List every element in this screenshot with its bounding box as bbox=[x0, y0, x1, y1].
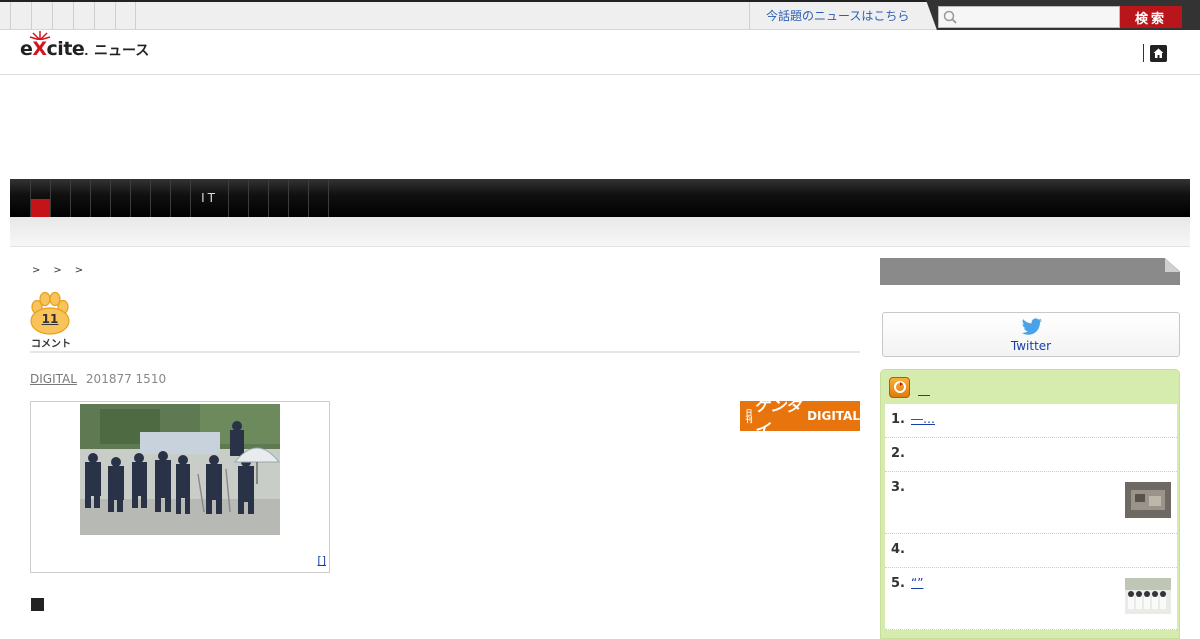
ranking-article-link[interactable]: “” bbox=[911, 576, 967, 591]
ranking-icon bbox=[889, 376, 910, 398]
publisher-logo-small: 日刊 bbox=[745, 409, 753, 423]
search-button[interactable]: 検索 bbox=[1120, 6, 1182, 28]
trending-news-link[interactable]: 今話題のニュースはこちら bbox=[749, 2, 924, 29]
ranking-article-link[interactable] bbox=[911, 446, 941, 461]
publisher-logo-digital: DIGITAL bbox=[807, 409, 860, 423]
category-nav: IT bbox=[10, 179, 1190, 217]
ranking-article-link[interactable] bbox=[911, 480, 941, 495]
utility-link[interactable] bbox=[73, 2, 94, 29]
article-photo-box: [] bbox=[30, 401, 330, 573]
publisher-logo-main: ゲンダイ bbox=[754, 396, 803, 439]
utility-link[interactable] bbox=[10, 2, 31, 29]
home-icon[interactable] bbox=[1150, 45, 1167, 62]
twitter-share-button[interactable]: Twitter bbox=[882, 312, 1180, 357]
section-bullet bbox=[31, 598, 44, 611]
utility-link[interactable] bbox=[31, 2, 52, 29]
ranking-number: 4. bbox=[891, 542, 905, 557]
category-nav-item[interactable] bbox=[130, 179, 150, 217]
ranking-header bbox=[881, 370, 1179, 404]
utility-link[interactable] bbox=[115, 2, 136, 29]
search-icon bbox=[943, 10, 957, 24]
category-nav-item[interactable] bbox=[228, 179, 248, 217]
category-nav-item[interactable] bbox=[70, 179, 90, 217]
breadcrumb: > > > bbox=[32, 265, 83, 276]
article-divider bbox=[30, 351, 860, 353]
category-nav-item[interactable]: IT bbox=[190, 179, 228, 217]
logo-prefix: e bbox=[20, 38, 33, 60]
ranking-swirl-icon bbox=[893, 381, 906, 393]
category-nav-item[interactable] bbox=[30, 179, 50, 217]
twitter-icon bbox=[1021, 318, 1042, 335]
ad-banner-area bbox=[10, 75, 1190, 179]
article-source-link[interactable]: DIGITAL bbox=[30, 372, 77, 386]
logo-product-name: ニュース bbox=[93, 43, 150, 59]
twitter-label: Twitter bbox=[1010, 339, 1052, 353]
ranking-number: 1. bbox=[891, 412, 905, 427]
breadcrumb-separator: > bbox=[32, 265, 41, 276]
ranking-thumbnail[interactable] bbox=[1125, 578, 1171, 614]
sub-nav bbox=[10, 217, 1190, 247]
breadcrumb-separator: > bbox=[53, 265, 62, 276]
breadcrumb-separator: > bbox=[74, 265, 84, 276]
comment-label[interactable]: コメント bbox=[30, 335, 72, 350]
category-nav-item[interactable] bbox=[268, 179, 288, 217]
ranking-item[interactable]: 3. bbox=[885, 472, 1177, 534]
category-nav-item[interactable] bbox=[50, 179, 70, 217]
logo-dot: . bbox=[84, 45, 88, 58]
article-photo[interactable] bbox=[80, 404, 280, 535]
ranking-item[interactable]: 2. bbox=[885, 438, 1177, 472]
ranking-item[interactable]: 5. “” bbox=[885, 568, 1177, 630]
comment-count[interactable]: 11 bbox=[30, 312, 70, 326]
category-nav-item[interactable] bbox=[308, 179, 328, 217]
ranking-item[interactable]: 4. bbox=[885, 534, 1177, 568]
utility-links bbox=[10, 2, 136, 29]
ranking-number: 5. bbox=[891, 576, 905, 591]
utility-link[interactable] bbox=[52, 2, 73, 29]
photo-caption-link[interactable]: [] bbox=[317, 554, 326, 567]
logo-suffix: cite bbox=[46, 38, 85, 60]
category-nav-item[interactable] bbox=[248, 179, 268, 217]
article-date: 201877 1510 bbox=[85, 372, 167, 386]
utility-link[interactable] bbox=[94, 2, 115, 29]
logo-x: X bbox=[32, 38, 47, 60]
ranking-panel: 1. ―… 2. 3. 4. 5. “” bbox=[880, 369, 1180, 639]
ranking-number: 3. bbox=[891, 480, 905, 495]
category-nav-item[interactable] bbox=[288, 179, 308, 217]
ranking-title-link[interactable] bbox=[918, 384, 930, 396]
ranking-number: 2. bbox=[891, 446, 905, 461]
site-header: eXcite. ニュース bbox=[0, 30, 1200, 75]
publisher-logo[interactable]: 日刊 ゲンダイ DIGITAL bbox=[740, 396, 860, 439]
excite-news-logo[interactable]: eXcite. ニュース bbox=[20, 31, 150, 60]
header-divider bbox=[1143, 44, 1144, 62]
ranking-item[interactable]: 1. ―… bbox=[885, 404, 1177, 438]
ranking-article-link[interactable]: ―… bbox=[911, 412, 1006, 427]
category-nav-item[interactable] bbox=[328, 179, 348, 217]
sidebar-header-bar bbox=[880, 258, 1180, 285]
search-input[interactable] bbox=[938, 6, 1120, 28]
category-nav-item[interactable] bbox=[170, 179, 190, 217]
category-nav-item[interactable] bbox=[150, 179, 170, 217]
category-nav-item[interactable] bbox=[110, 179, 130, 217]
ranking-list: 1. ―… 2. 3. 4. 5. “” bbox=[885, 404, 1177, 630]
category-nav-items: IT bbox=[30, 179, 348, 217]
article-meta: DIGITAL 201877 1510 bbox=[30, 372, 166, 386]
category-nav-item[interactable] bbox=[90, 179, 110, 217]
logo-burst-icon bbox=[29, 31, 51, 40]
logo-wordmark: eXcite. bbox=[20, 38, 88, 60]
ranking-thumbnail[interactable] bbox=[1125, 482, 1171, 518]
